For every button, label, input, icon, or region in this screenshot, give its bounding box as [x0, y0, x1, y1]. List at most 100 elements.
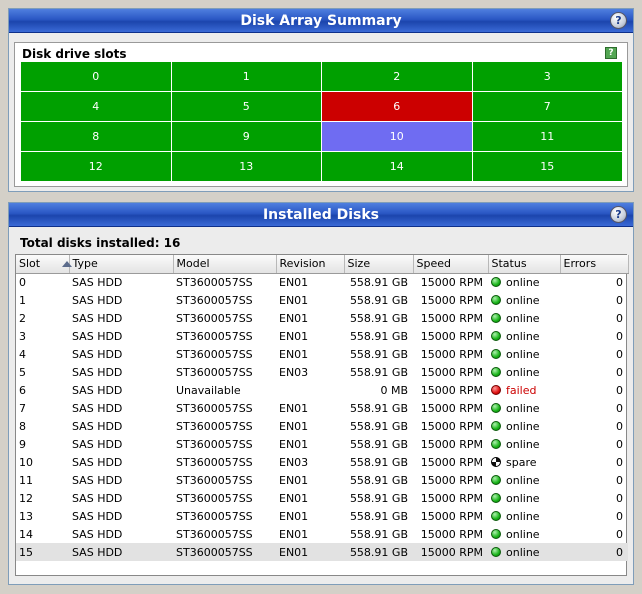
- installed-header: Installed Disks ?: [9, 203, 633, 227]
- cell-speed: 15000 RPM: [420, 275, 483, 289]
- cell-type: SAS HDD: [72, 329, 123, 343]
- table-row[interactable]: 6 SAS HDD Unavailable 0 MB 15000 RPM failed 0: [16, 381, 628, 399]
- disk-slot-4[interactable]: 4: [21, 92, 171, 121]
- cell-status: online: [488, 543, 560, 561]
- column-header-type[interactable]: Type: [69, 255, 174, 274]
- cell-size: 558.91 GB: [349, 455, 408, 469]
- column-header-label: Slot: [19, 257, 41, 271]
- table-row[interactable]: 4 SAS HDD ST3600057SS EN01 558.91 GB 15000 RP…: [16, 345, 628, 363]
- table-row[interactable]: 12 SAS HDD ST3600057SS EN01 558.91 GB 15000 R…: [16, 489, 628, 507]
- disk-slot-6[interactable]: 6: [322, 92, 472, 121]
- help-icon[interactable]: ?: [610, 206, 627, 223]
- disk-slot-15[interactable]: 15: [472, 152, 622, 181]
- cell-model: ST3600057SS: [176, 455, 253, 469]
- cell-size: 558.91 GB: [349, 401, 408, 415]
- table-row[interactable]: 1 SAS HDD ST3600057SS EN01 558.91 GB 15000 RP…: [16, 291, 628, 309]
- status-online-icon: [491, 276, 501, 287]
- cell-speed: 15000 RPM: [420, 329, 483, 343]
- slots-help-icon[interactable]: ?: [605, 47, 617, 59]
- table-row[interactable]: 7 SAS HDD ST3600057SS EN01 558.91 GB 15000 RP…: [16, 399, 628, 417]
- table-row[interactable]: 14 SAS HDD ST3600057SS EN01 558.91 GB 15000 R…: [16, 525, 628, 543]
- column-header-revision[interactable]: Revision: [276, 255, 345, 274]
- cell-slot: 11: [19, 473, 33, 487]
- cell-revision: EN01: [279, 311, 309, 325]
- disk-slot-13[interactable]: 13: [171, 152, 321, 181]
- disk-slot-9[interactable]: 9: [171, 122, 321, 151]
- cell-slot: 14: [19, 527, 33, 541]
- column-header-status[interactable]: Status: [488, 255, 561, 274]
- status-text: online: [506, 491, 540, 505]
- cell-errors: 0: [616, 473, 623, 487]
- table-row[interactable]: 8 SAS HDD ST3600057SS EN01 558.91 GB 15000 RP…: [16, 417, 628, 435]
- cell-type: SAS HDD: [72, 491, 123, 505]
- disk-slot-10[interactable]: 10: [322, 122, 472, 151]
- status-text: online: [506, 311, 540, 325]
- cell-errors: 0: [616, 419, 623, 433]
- column-header-speed[interactable]: Speed: [413, 255, 489, 274]
- table-row[interactable]: 15 SAS HDD ST3600057SS EN01 558.91 GB 15000 R…: [16, 543, 628, 561]
- cell-type: SAS HDD: [72, 419, 123, 433]
- cell-status: online: [488, 489, 560, 507]
- status-text: online: [506, 401, 540, 415]
- cell-model: ST3600057SS: [176, 347, 253, 361]
- total-disks-label: Total disks installed: 16: [20, 236, 181, 250]
- cell-type: SAS HDD: [72, 347, 123, 361]
- disk-slots-box: Disk drive slots ? 0 1 2 3 4 5 6 7 8 9 10 11 12 13 14 1…: [14, 42, 628, 187]
- disk-slot-1[interactable]: 1: [171, 62, 321, 91]
- disk-slot-7[interactable]: 7: [472, 92, 622, 121]
- disk-slot-5[interactable]: 5: [171, 92, 321, 121]
- cell-type: SAS HDD: [72, 293, 123, 307]
- cell-type: SAS HDD: [72, 275, 123, 289]
- disk-slot-8[interactable]: 8: [21, 122, 171, 151]
- table-row[interactable]: 10 SAS HDD ST3600057SS EN03 558.91 GB 15000 R…: [16, 453, 628, 471]
- disk-slot-0[interactable]: 0: [21, 62, 171, 91]
- status-online-icon: [491, 402, 501, 413]
- column-header-size[interactable]: Size: [344, 255, 414, 274]
- installed-title: Installed Disks: [262, 207, 380, 223]
- cell-errors: 0: [616, 329, 623, 343]
- cell-status: online: [488, 507, 560, 525]
- table-row[interactable]: 3 SAS HDD ST3600057SS EN01 558.91 GB 15000 RP…: [16, 327, 628, 345]
- cell-size: 558.91 GB: [349, 437, 408, 451]
- cell-errors: 0: [616, 293, 623, 307]
- disks-table-container[interactable]: Slot Type Model Revision Size Speed Status Erro…: [15, 254, 629, 576]
- cell-size: 558.91 GB: [349, 365, 408, 379]
- column-header-label: Revision: [279, 257, 326, 271]
- table-row[interactable]: 11 SAS HDD ST3600057SS EN01 558.91 GB 15000 R…: [16, 471, 628, 489]
- column-header-model[interactable]: Model: [173, 255, 277, 274]
- summary-header: Disk Array Summary ?: [9, 9, 633, 33]
- table-row[interactable]: 5 SAS HDD ST3600057SS EN03 558.91 GB 15000 RP…: [16, 363, 628, 381]
- column-header-label: Model: [176, 257, 210, 271]
- disk-slot-11[interactable]: 11: [472, 122, 622, 151]
- column-header-slot[interactable]: Slot: [16, 255, 73, 274]
- cell-revision: EN01: [279, 509, 309, 523]
- cell-status: online: [488, 435, 560, 453]
- disk-slot-14[interactable]: 14: [322, 152, 472, 181]
- cell-revision: EN03: [279, 455, 309, 469]
- disk-slot-2[interactable]: 2: [322, 62, 472, 91]
- cell-slot: 15: [16, 543, 69, 561]
- disk-slot-3[interactable]: 3: [472, 62, 622, 91]
- cell-errors: 0: [616, 401, 623, 415]
- table-row[interactable]: 13 SAS HDD ST3600057SS EN01 558.91 GB 15000 R…: [16, 507, 628, 525]
- status-online-icon: [491, 438, 501, 449]
- cell-status: failed: [488, 381, 560, 399]
- cell-errors: 0: [616, 437, 623, 451]
- cell-model: ST3600057SS: [176, 275, 253, 289]
- help-icon[interactable]: ?: [610, 12, 627, 29]
- column-header-errors[interactable]: Errors: [560, 255, 629, 274]
- cell-slot: 13: [19, 509, 33, 523]
- cell-model: ST3600057SS: [176, 437, 253, 451]
- cell-slot: 2: [19, 311, 26, 325]
- table-row[interactable]: 2 SAS HDD ST3600057SS EN01 558.91 GB 15000 RP…: [16, 309, 628, 327]
- cell-size: 558.91 GB: [349, 347, 408, 361]
- cell-errors: 0: [616, 275, 623, 289]
- disk-slot-12[interactable]: 12: [21, 152, 171, 181]
- cell-type: SAS HDD: [72, 401, 123, 415]
- sort-ascending-icon: [62, 261, 73, 268]
- status-text: online: [506, 347, 540, 361]
- column-header-label: Errors: [563, 257, 597, 271]
- table-row[interactable]: 9 SAS HDD ST3600057SS EN01 558.91 GB 15000 RP…: [16, 435, 628, 453]
- table-row[interactable]: 0 SAS HDD ST3600057SS EN01 558.91 GB 15000 RP…: [16, 273, 628, 291]
- cell-speed: 15000 RPM: [420, 455, 483, 469]
